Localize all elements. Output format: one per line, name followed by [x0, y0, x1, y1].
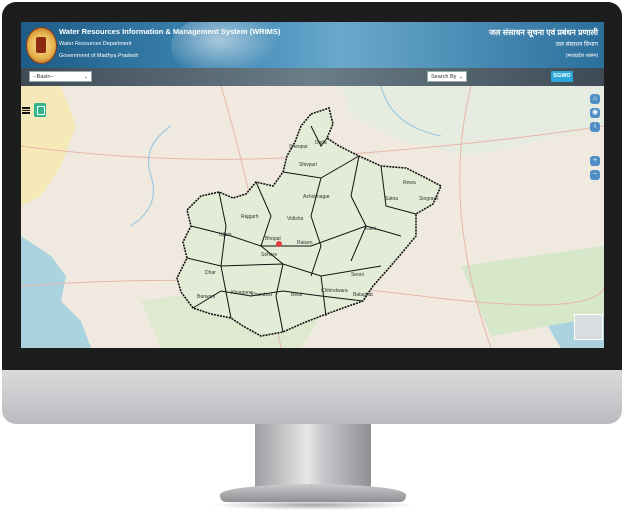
district-label: Vidisha: [287, 216, 304, 222]
district-label: Sheopur: [289, 144, 308, 150]
district-label: Bhopal: [265, 236, 281, 242]
hindi-title: जल संसाधन सूचना एवं प्रबंधन प्रणाली: [489, 28, 598, 37]
home-icon[interactable]: ⌂: [590, 94, 600, 104]
layers-toggle-icon[interactable]: [34, 103, 46, 117]
search-by-select[interactable]: Search By ⌄: [427, 71, 467, 82]
zoom-in-icon[interactable]: +: [590, 156, 600, 166]
map-svg: Sheopur Shivpuri Datia Ashoknagar Vidish…: [21, 86, 604, 348]
basemap-switcher[interactable]: [574, 314, 603, 340]
chevron-down-icon: ⌄: [83, 74, 88, 80]
basin-select[interactable]: --Basin-- ⌄: [29, 71, 92, 82]
zoom-out-icon[interactable]: −: [590, 170, 600, 180]
search-by-value: Search By: [431, 74, 457, 80]
district-label: Ashoknagar: [303, 194, 330, 200]
hindi-department: जल संसाधन विभाग: [555, 42, 598, 48]
district-label: Katni: [365, 226, 376, 232]
site-title: Water Resources Information & Management…: [59, 27, 281, 36]
district-label: Barwani: [197, 294, 215, 300]
sgwo-button[interactable]: SGWO: [551, 71, 573, 82]
site-header: Water Resources Information & Management…: [21, 22, 604, 82]
map-canvas[interactable]: Sheopur Shivpuri Datia Ashoknagar Vidish…: [21, 86, 604, 348]
district-label: Raisen: [297, 240, 313, 246]
district-label: Sehore: [261, 252, 277, 258]
district-label: Dhar: [205, 270, 216, 276]
district-label: Singrauli: [419, 196, 438, 202]
department-name: Water Resources Department: [59, 41, 132, 47]
monitor-stand-neck: [255, 424, 371, 488]
map-toolbar: --Basin-- ⌄ Search By ⌄ SGWO: [21, 68, 604, 86]
basin-select-value: --Basin--: [33, 74, 55, 80]
chevron-down-icon: ⌄: [458, 74, 463, 80]
district-label: Datia: [315, 140, 327, 146]
district-label: Seoni: [351, 272, 364, 278]
district-label: Khargone: [231, 290, 253, 296]
hindi-state: (मध्यप्रदेश शासन): [565, 53, 598, 59]
monitor-chin: [2, 370, 622, 424]
district-label: Rajgarh: [241, 214, 259, 220]
hamburger-menu-icon[interactable]: [22, 106, 30, 114]
government-emblem-icon: [26, 27, 57, 64]
district-label: Ujjain: [219, 232, 232, 238]
district-label: Chhindwara: [321, 288, 348, 294]
district-label: Khandwa: [251, 292, 272, 298]
district-label: Balaghat: [353, 292, 373, 298]
district-label: Betul: [291, 292, 302, 298]
district-label: Satna: [385, 196, 398, 202]
screen: Water Resources Information & Management…: [21, 22, 604, 348]
government-name: Government of Madhya Pradesh: [59, 53, 139, 59]
monitor-stand-base: [220, 484, 406, 502]
district-label: Rewa: [403, 180, 416, 186]
district-label: Shivpuri: [299, 162, 317, 168]
info-icon[interactable]: i: [590, 122, 600, 132]
layers-icon[interactable]: ◉: [590, 108, 600, 118]
